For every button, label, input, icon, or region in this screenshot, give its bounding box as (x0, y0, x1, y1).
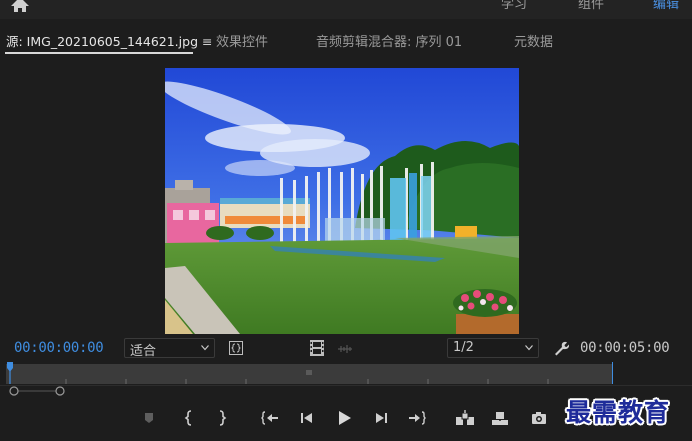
active-tab-indicator (5, 52, 193, 54)
source-monitor-viewer (0, 59, 692, 335)
preview-image (165, 68, 519, 334)
panel-tab-row: 源: IMG_20210605_144621.jpg ≡ 效果控件 音频剪辑混合器… (0, 19, 692, 59)
mark-in-icon[interactable] (180, 409, 198, 427)
play-icon[interactable] (335, 409, 353, 427)
watermark-text: 最需教育 (566, 398, 671, 427)
insert-icon[interactable] (455, 409, 475, 427)
duration-timecode: 00:00:05:00 (580, 340, 670, 356)
playback-resolution-select[interactable]: 1/2 (447, 338, 539, 358)
tab-audio-clip-mixer[interactable]: 音频剪辑混合器: 序列 01 (316, 31, 462, 50)
tab-source-label: 源: IMG_20210605_144621.jpg (6, 34, 198, 49)
waveform-icon (338, 345, 352, 353)
chevron-down-icon (525, 345, 533, 351)
add-marker-icon[interactable] (140, 409, 158, 427)
zoom-level-select[interactable]: 适合 (124, 338, 215, 359)
out-point-marker (612, 362, 613, 384)
workspace-tab-assembly[interactable]: 组件 (578, 0, 604, 12)
wrench-icon[interactable] (553, 340, 569, 356)
step-back-icon[interactable] (298, 409, 316, 427)
go-to-out-icon[interactable] (408, 409, 426, 427)
zoom-level-value: 适合 (130, 344, 157, 359)
home-icon[interactable] (8, 0, 32, 12)
hamburger-icon[interactable]: ≡ (202, 34, 212, 49)
workspace-tab-edit[interactable]: 编辑 (653, 0, 679, 12)
time-ruler[interactable] (6, 364, 613, 384)
filmstrip-icon[interactable] (310, 340, 324, 356)
playhead-timecode[interactable]: 00:00:00:00 (14, 340, 104, 356)
mark-out-icon[interactable] (213, 409, 231, 427)
tab-effect-controls[interactable]: 效果控件 (216, 31, 268, 50)
playhead-handle[interactable] (7, 362, 13, 384)
workspace-bar: 学习 组件 编辑 (0, 0, 692, 19)
playback-resolution-value: 1/2 (453, 340, 474, 355)
step-forward-icon[interactable] (372, 409, 390, 427)
chevron-down-icon (201, 345, 209, 351)
export-frame-icon[interactable] (530, 409, 548, 427)
viewer-control-row: 00:00:00:00 适合 1/2 00:00:05:00 (0, 336, 692, 362)
workspace-tab-learn[interactable]: 学习 (501, 0, 527, 12)
tab-source-monitor[interactable]: 源: IMG_20210605_144621.jpg ≡ (6, 31, 212, 50)
ruler-ticks (65, 370, 549, 384)
tab-metadata[interactable]: 元数据 (514, 31, 553, 50)
overwrite-icon[interactable] (490, 409, 510, 427)
zoom-scrollbar[interactable] (8, 386, 68, 396)
go-to-in-icon[interactable] (261, 409, 279, 427)
safe-margins-icon[interactable] (229, 341, 243, 355)
ruler-divider (0, 385, 692, 386)
